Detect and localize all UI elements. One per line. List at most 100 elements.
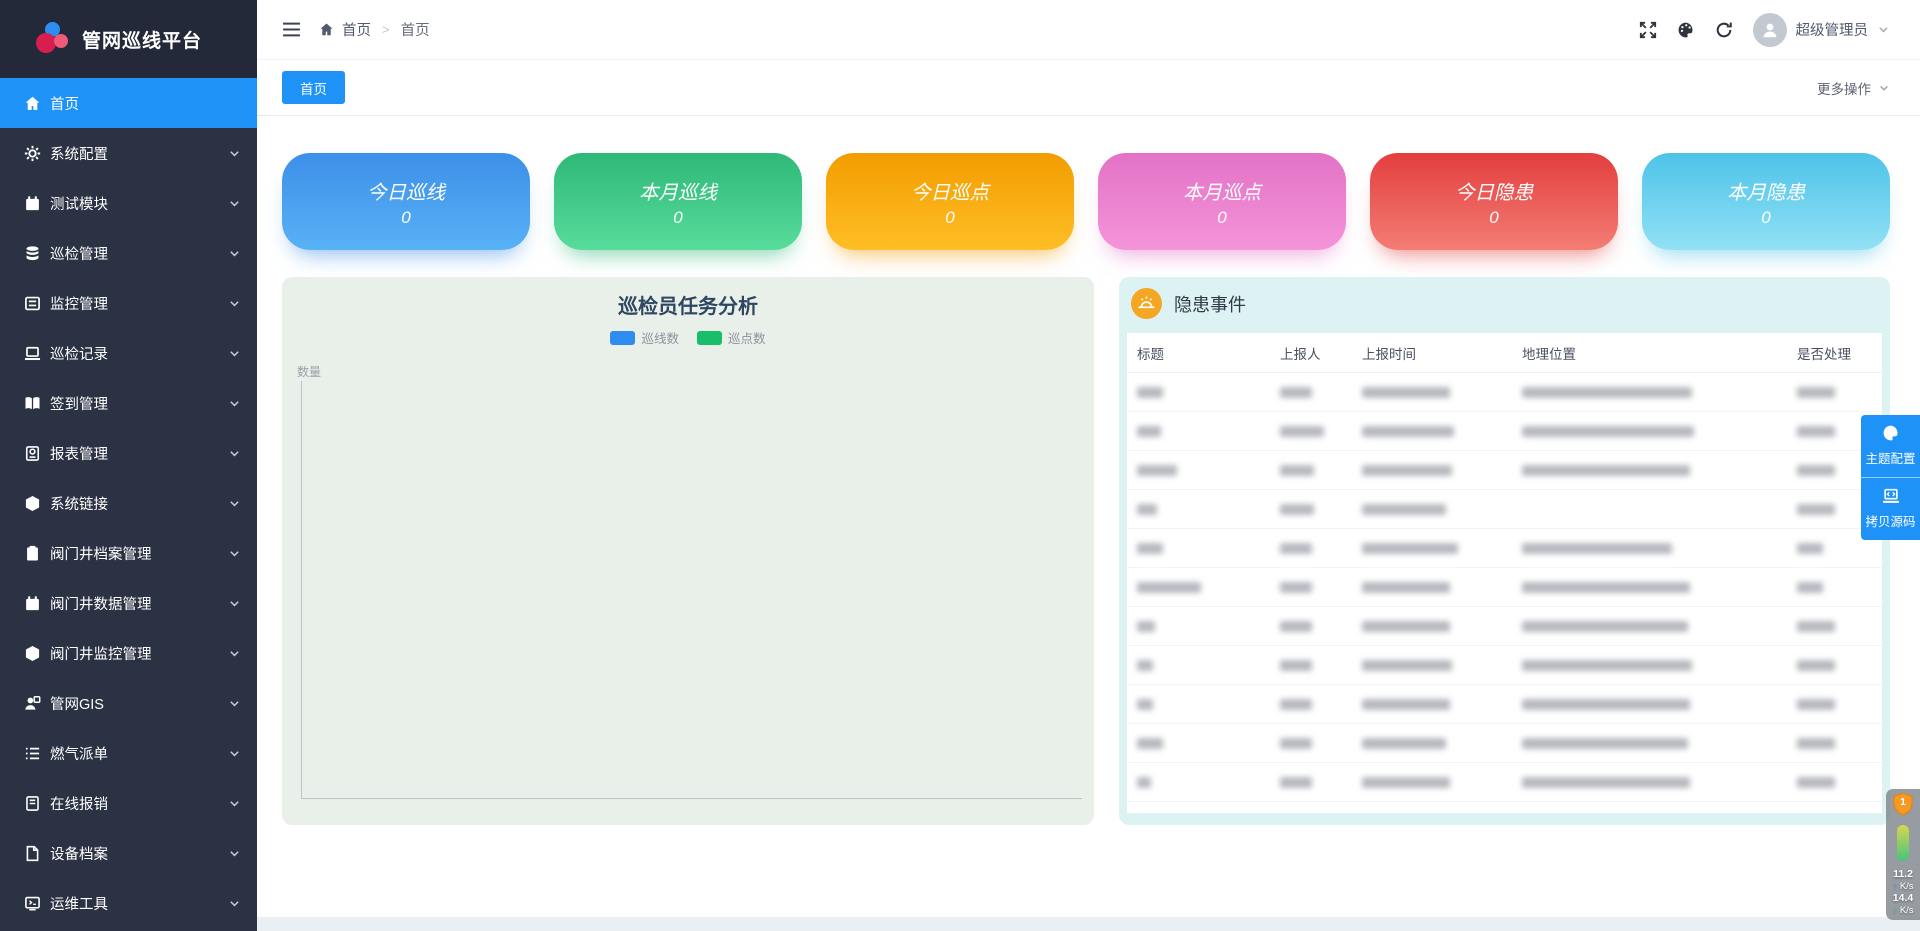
cube-icon [24,645,41,662]
breadcrumb-current[interactable]: 首页 [401,19,430,40]
breadcrumb-home[interactable]: 首页 [342,19,371,40]
table-cell-redacted [1797,777,1882,788]
table-cell-redacted [1137,387,1280,398]
upload-arrow-icon: ↑ [1892,881,1897,892]
table-cell-redacted [1362,387,1522,398]
column-header-3: 地理位置 [1522,343,1797,363]
table-cell-redacted [1362,777,1522,788]
sidebar-item-inspection-records[interactable]: 巡检记录 [0,328,257,378]
sidebar-item-label: 巡检记录 [50,343,108,364]
table-cell-redacted [1280,582,1362,593]
refresh-icon[interactable] [1715,21,1733,39]
sidebar-item-online-expense[interactable]: 在线报销 [0,778,257,828]
copy-source-button[interactable]: 拷贝源码 [1861,478,1920,540]
table-cell-redacted [1522,465,1797,476]
table-cell-redacted [1362,660,1522,671]
sidebar-nav: 首页 系统配置 测试模块 巡检管理 监控管理 巡检记录 签到管理 报表管理 系统… [0,78,257,928]
sidebar-item-valve-well-archive[interactable]: 阀门井档案管理 [0,528,257,578]
sidebar-item-pipeline-gis[interactable]: 管网GIS [0,678,257,728]
sidebar-item-label: 阀门井档案管理 [50,543,152,564]
legend-label: 巡线数 [641,328,679,347]
incident-table-body [1127,373,1882,802]
sidebar-item-system-config[interactable]: 系统配置 [0,128,257,178]
theme-palette-icon[interactable] [1677,21,1695,39]
table-row[interactable] [1127,529,1882,568]
theme-config-button[interactable]: 主题配置 [1861,415,1920,478]
sidebar-item-label: 系统配置 [50,143,108,164]
sidebar-item-valve-well-monitor[interactable]: 阀门井监控管理 [0,628,257,678]
table-cell-redacted [1797,543,1882,554]
table-cell-redacted [1522,426,1797,437]
table-row[interactable] [1127,373,1882,412]
table-cell-redacted [1280,660,1362,671]
user-menu[interactable]: 超级管理员 [1753,13,1891,47]
laptop-icon [24,345,41,362]
sidebar-item-label: 首页 [50,93,79,114]
legend-item[interactable]: 巡点数 [697,328,766,347]
table-cell-redacted [1797,621,1882,632]
sidebar-item-home[interactable]: 首页 [0,78,257,128]
sidebar-item-system-links[interactable]: 系统链接 [0,478,257,528]
sidebar-item-label: 巡检管理 [50,243,108,264]
sidebar-item-equipment-archive[interactable]: 设备档案 [0,828,257,878]
sidebar-collapse-icon[interactable] [282,22,301,37]
sidebar-item-test-module[interactable]: 测试模块 [0,178,257,228]
sidebar-item-valve-well-data[interactable]: 阀门井数据管理 [0,578,257,628]
table-cell-redacted [1280,387,1362,398]
more-actions-button[interactable]: 更多操作 [1817,78,1890,98]
table-row[interactable] [1127,568,1882,607]
stat-card: 今日巡点 0 [826,153,1074,250]
table-cell-redacted [1797,738,1882,749]
stat-card: 今日巡线 0 [282,153,530,250]
chevron-down-icon [1877,23,1890,36]
tab-home[interactable]: 首页 [282,71,345,104]
chart-ylabel: 数量 [297,363,321,380]
table-cell-redacted [1362,504,1522,515]
net-monitor-widget[interactable]: 1 11.2 ↑ K/s 14.4 ↓ K/s [1886,789,1920,920]
table-row[interactable] [1127,685,1882,724]
user-map-icon [24,695,41,712]
table-cell-redacted [1362,465,1522,476]
sidebar-item-inspection-mgmt[interactable]: 巡检管理 [0,228,257,278]
stat-card: 本月隐患 0 [1642,153,1890,250]
sidebar-item-gas-dispatch[interactable]: 燃气派单 [0,728,257,778]
sidebar-item-label: 管网GIS [50,693,104,714]
chevron-down-icon [228,747,241,760]
fullscreen-icon[interactable] [1639,21,1657,39]
table-row[interactable] [1127,451,1882,490]
table-row[interactable] [1127,646,1882,685]
chevron-down-icon [228,697,241,710]
chevron-down-icon [228,497,241,510]
chevron-down-icon [228,797,241,810]
legend-swatch [610,331,635,345]
table-cell-redacted [1362,543,1522,554]
sidebar-item-monitoring-mgmt[interactable]: 监控管理 [0,278,257,328]
table-row[interactable] [1127,724,1882,763]
table-cell-redacted [1280,426,1362,437]
app-title: 管网巡线平台 [82,26,202,53]
chevron-down-icon [1878,82,1890,94]
topbar: 首页 > 首页 超级管理员 [257,0,1920,60]
stat-card: 今日隐患 0 [1370,153,1618,250]
sidebar-item-label: 签到管理 [50,393,108,414]
logo-circles-icon [36,21,72,57]
stat-card-title: 本月隐患 [1727,176,1805,205]
table-row[interactable] [1127,763,1882,802]
palette-icon [1882,424,1900,442]
table-row[interactable] [1127,607,1882,646]
code-laptop-icon [1882,487,1900,505]
column-header-2: 上报时间 [1362,343,1522,363]
sidebar-item-checkin-mgmt[interactable]: 签到管理 [0,378,257,428]
table-row[interactable] [1127,490,1882,529]
stat-card-value: 0 [401,208,410,228]
sidebar-item-report-mgmt[interactable]: 报表管理 [0,428,257,478]
legend-item[interactable]: 巡线数 [610,328,679,347]
table-cell-redacted [1522,621,1797,632]
avatar [1753,13,1787,47]
table-row[interactable] [1127,412,1882,451]
sidebar-item-label: 系统链接 [50,493,108,514]
table-cell-redacted [1362,582,1522,593]
chevron-down-icon [228,547,241,560]
sidebar-item-ops-tools[interactable]: 运维工具 [0,878,257,928]
stat-card-value: 0 [1217,208,1226,228]
